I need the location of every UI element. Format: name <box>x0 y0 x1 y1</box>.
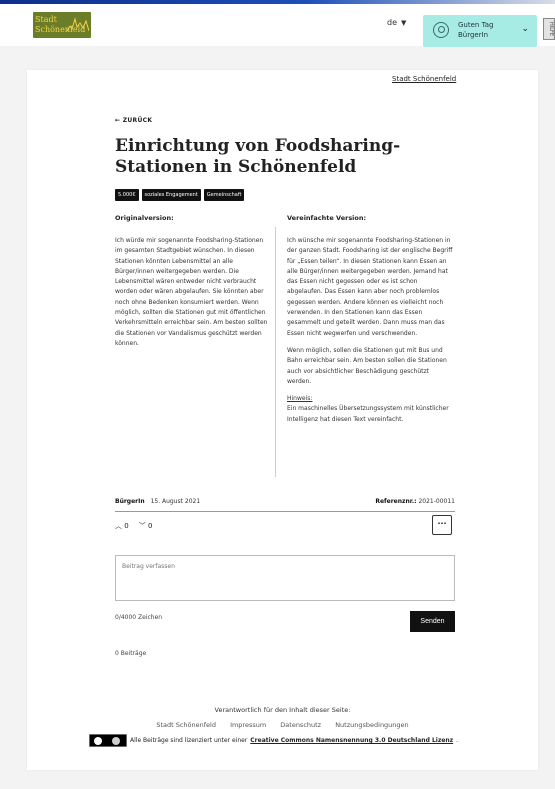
language-selector[interactable]: de ▼ <box>387 18 406 27</box>
reference-value: 2021-00011 <box>418 498 455 505</box>
breadcrumb-link[interactable]: Stadt Schönenfeld <box>392 75 456 83</box>
caret-down-icon: ▼ <box>401 18 407 27</box>
skyline-icon <box>67 17 89 32</box>
post-date: 15. August 2021 <box>150 498 201 505</box>
author-name: BürgerIn <box>115 498 145 505</box>
content-card: Stadt Schönenfeld ← ZURÜCK Einrichtung v… <box>27 70 538 770</box>
footer-responsible: Verantwortlich für den Inhalt dieser Sei… <box>214 706 351 714</box>
ellipsis-icon: ··· <box>437 519 447 528</box>
upvote-button[interactable]: ︿ 0 <box>115 521 129 531</box>
back-link[interactable]: ← ZURÜCK <box>115 117 152 124</box>
reference-number: Referenznr.: 2021-00011 <box>375 498 455 505</box>
hint-label: Hinweis: <box>287 395 313 403</box>
comment-input[interactable] <box>115 555 455 601</box>
user-greeting: Guten Tag BürgerIn <box>458 20 493 40</box>
hint-text: Ein maschinelles Übersetzungssystem mit … <box>287 405 449 423</box>
license-link[interactable]: Creative Commons Namensnennung 3.0 Deuts… <box>250 737 453 744</box>
page-title: Einrichtung von Foodsharing-Stationen in… <box>115 136 401 177</box>
language-value: de <box>387 18 397 27</box>
upvote-count: 0 <box>124 522 129 530</box>
chevron-up-icon: ︿ <box>115 522 122 530</box>
downvote-count: 0 <box>147 522 153 530</box>
reference-label: Referenznr.: <box>375 498 417 505</box>
creative-commons-icon[interactable] <box>89 734 127 747</box>
breadcrumb: Stadt Schönenfeld <box>392 74 458 84</box>
downvote-button[interactable]: ﹀ 0 <box>139 521 153 531</box>
chevron-down-icon: ⌄ <box>521 24 529 34</box>
simplified-heading: Vereinfachte Version: <box>287 214 367 222</box>
license-notice: Alle Beiträge sind lizenziert unter eine… <box>89 734 458 747</box>
send-button[interactable]: Senden <box>410 611 455 632</box>
simplified-paragraph-2: Wenn möglich, sollen die Stationen gut m… <box>287 346 447 385</box>
simplified-paragraph-1: Ich wünsche mir sogenannte Foodsharing-S… <box>287 237 453 337</box>
column-divider <box>275 227 276 477</box>
chevron-down-icon: ﹀ <box>138 522 146 530</box>
footer-link-privacy[interactable]: Datenschutz <box>280 721 321 729</box>
tag-budget: 5.000€ <box>115 189 139 201</box>
tag-category: soziales Engagement <box>141 189 201 201</box>
original-text: Ich würde mir sogenannte Foodsharing-Sta… <box>115 237 268 347</box>
footer-links: Stadt Schönenfeld Impressum Datenschutz … <box>27 721 538 729</box>
site-header: Stadt Schönenfeld de ▼ Guten Tag BürgerI… <box>0 4 555 47</box>
footer-link-imprint[interactable]: Impressum <box>230 721 266 729</box>
greeting-line1: Guten Tag <box>458 21 494 29</box>
city-logo[interactable]: Stadt Schönenfeld <box>33 12 91 38</box>
greeting-line2: BürgerIn <box>458 31 489 39</box>
footer-link-terms[interactable]: Nutzungsbedingungen <box>335 721 408 729</box>
license-prefix: Alle Beiträge sind lizenziert unter eine… <box>130 737 248 744</box>
simplified-text-block: Ich wünsche mir sogenannte Foodsharing-S… <box>287 236 454 425</box>
post-meta: BürgerIn 15. August 2021 Referenznr.: 20… <box>115 498 455 505</box>
meta-divider <box>115 511 455 512</box>
footer-link-city[interactable]: Stadt Schönenfeld <box>156 721 216 729</box>
user-menu-button[interactable]: Guten Tag BürgerIn ⌄ <box>423 15 537 47</box>
tag-topic: Gemeinschaft <box>203 189 245 201</box>
user-icon <box>433 22 449 38</box>
posts-count: 0 Beiträge <box>115 650 147 657</box>
tag-list: 5.000€ soziales Engagement Gemeinschaft <box>115 189 245 201</box>
original-heading: Originalversion: <box>115 214 174 222</box>
help-side-tab[interactable]: HILFE <box>543 18 555 40</box>
vote-controls: ︿ 0 ﹀ 0 <box>115 521 152 531</box>
more-options-button[interactable]: ··· <box>432 515 452 535</box>
logo-line1: Stadt <box>35 15 57 24</box>
character-counter: 0/4000 Zeichen <box>115 614 163 621</box>
